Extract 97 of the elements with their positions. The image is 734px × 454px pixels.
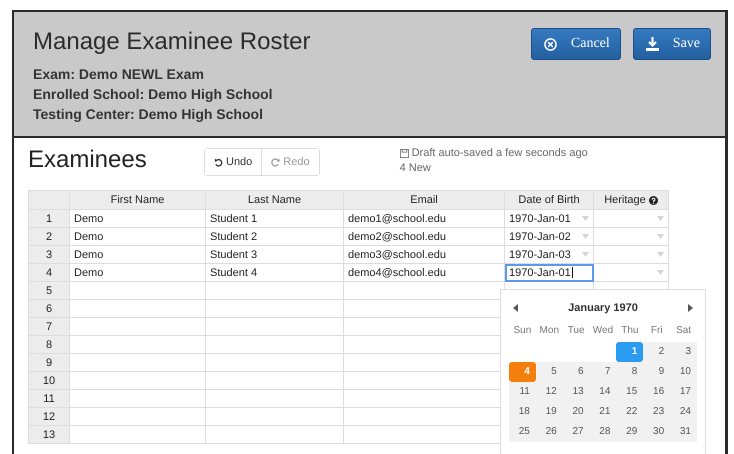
weekday-label: Fri — [650, 324, 664, 338]
calendar-day[interactable]: 26 — [536, 422, 563, 442]
redo-icon — [271, 158, 280, 166]
calendar-day[interactable]: 19 — [536, 402, 563, 422]
calendar-day[interactable]: 8 — [616, 362, 644, 382]
calendar-day[interactable]: 15 — [616, 382, 644, 402]
download-icon — [646, 37, 659, 51]
calendar-day[interactable]: 10 — [670, 362, 697, 382]
table-cell: demo1@school.edu — [344, 210, 504, 228]
table-cell: 1970-Jan-03 — [504, 246, 594, 264]
row-number: 13 — [28, 426, 70, 444]
calendar-day[interactable]: 9 — [643, 362, 670, 382]
table-cell: demo4@school.edu — [344, 264, 504, 282]
calendar-day[interactable]: 16 — [643, 382, 670, 402]
table-cell: demo2@school.edu — [344, 228, 504, 246]
calendar-day[interactable]: 14 — [590, 382, 616, 402]
dropdown-caret-icon[interactable] — [582, 234, 589, 239]
column-header: Date of Birth — [504, 190, 594, 210]
exam-detail: Testing Center: Demo High School — [33, 105, 264, 124]
exam-detail: Exam: Demo NEWL Exam — [33, 65, 205, 84]
table-cell: Demo — [70, 210, 206, 228]
calendar-day[interactable]: 18 — [509, 402, 536, 422]
dropdown-caret-icon[interactable] — [657, 252, 664, 257]
calendar-day[interactable]: 3 — [670, 342, 697, 362]
dropdown-caret-icon[interactable] — [657, 234, 664, 239]
calendar-day[interactable]: 12 — [536, 382, 563, 402]
column-header: First Name — [70, 190, 206, 210]
calendar-month: January 1970 — [568, 302, 638, 314]
autosave-status: Draft auto-saved a few seconds ago — [412, 146, 588, 161]
row-number: 6 — [28, 300, 70, 318]
calendar-day[interactable]: 5 — [536, 362, 563, 382]
date-input[interactable]: 1970-Jan-01 — [504, 264, 594, 282]
calendar-day[interactable]: 30 — [643, 422, 670, 442]
corner-header — [28, 190, 70, 210]
calendar-day[interactable]: 2 — [643, 342, 670, 362]
dropdown-caret-icon[interactable] — [657, 216, 664, 221]
row-number: 7 — [28, 318, 70, 336]
calendar-day[interactable]: 27 — [562, 422, 590, 442]
column-header: Email — [344, 190, 504, 210]
section-title: Examinees — [28, 146, 148, 174]
column-header-label: Heritage — [604, 194, 646, 206]
previous-month-icon[interactable] — [513, 304, 518, 312]
table-cell: Student 3 — [206, 246, 344, 264]
calendar-day[interactable]: 31 — [670, 422, 697, 442]
row-number: 11 — [28, 390, 70, 408]
undo-button[interactable]: Undo — [205, 149, 262, 175]
calendar-day[interactable]: 25 — [509, 422, 536, 442]
next-month-icon[interactable] — [688, 304, 693, 312]
table-cell: Demo — [70, 228, 206, 246]
table-cell: Student 2 — [206, 228, 344, 246]
row-number: 9 — [28, 354, 70, 372]
row-number: 5 — [28, 282, 70, 300]
weekday-label: Wed — [592, 324, 614, 338]
weekday-label: Sun — [512, 324, 532, 338]
row-number: 3 — [28, 246, 70, 264]
calendar-day[interactable]: 21 — [590, 402, 616, 422]
text-cursor — [572, 267, 573, 278]
calendar-day[interactable]: 28 — [590, 422, 616, 442]
calendar-day[interactable]: 29 — [616, 422, 644, 442]
page-title: Manage Examinee Roster — [33, 28, 310, 56]
calendar-day[interactable]: 6 — [562, 362, 590, 382]
table-cell: demo3@school.edu — [344, 246, 504, 264]
table-cell: Demo — [70, 246, 206, 264]
calendar-day[interactable]: 24 — [670, 402, 697, 422]
new-count: 4 New — [400, 161, 432, 176]
row-number: 10 — [28, 372, 70, 390]
cancel-button[interactable]: Cancel — [530, 28, 621, 60]
table-cell: Student 1 — [206, 210, 344, 228]
calendar-day[interactable]: 17 — [670, 382, 697, 402]
column-header: Last Name — [206, 190, 344, 210]
weekday-label: Mon — [538, 324, 560, 338]
weekday-label: Tue — [566, 324, 586, 338]
row-number: 2 — [28, 228, 70, 246]
undo-icon — [214, 158, 223, 166]
help-icon — [648, 196, 658, 204]
table-cell: Demo — [70, 264, 206, 282]
exam-detail: Enrolled School: Demo High School — [33, 85, 274, 104]
table-cell: 1970-Jan-01 — [504, 210, 594, 228]
calendar-day[interactable]: 13 — [562, 382, 590, 402]
calendar-day[interactable]: 7 — [590, 362, 616, 382]
row-number: 8 — [28, 336, 70, 354]
row-number: 4 — [28, 264, 70, 282]
dropdown-caret-icon[interactable] — [657, 270, 664, 275]
table-cell: 1970-Jan-02 — [504, 228, 594, 246]
weekday-label: Thu — [620, 324, 640, 338]
dropdown-caret-icon[interactable] — [582, 216, 589, 221]
calendar-day[interactable]: 23 — [643, 402, 670, 422]
calendar-day[interactable]: 20 — [562, 402, 590, 422]
close-circle-icon — [544, 38, 557, 50]
weekday-label: Sat — [675, 324, 692, 338]
row-number: 1 — [28, 210, 70, 228]
calendar-day[interactable]: 11 — [509, 382, 536, 402]
save-button[interactable]: Save — [632, 28, 711, 60]
table-cell: Student 4 — [206, 264, 344, 282]
dropdown-caret-icon[interactable] — [582, 252, 589, 257]
calendar-day[interactable]: 22 — [616, 402, 644, 422]
row-number: 12 — [28, 408, 70, 426]
